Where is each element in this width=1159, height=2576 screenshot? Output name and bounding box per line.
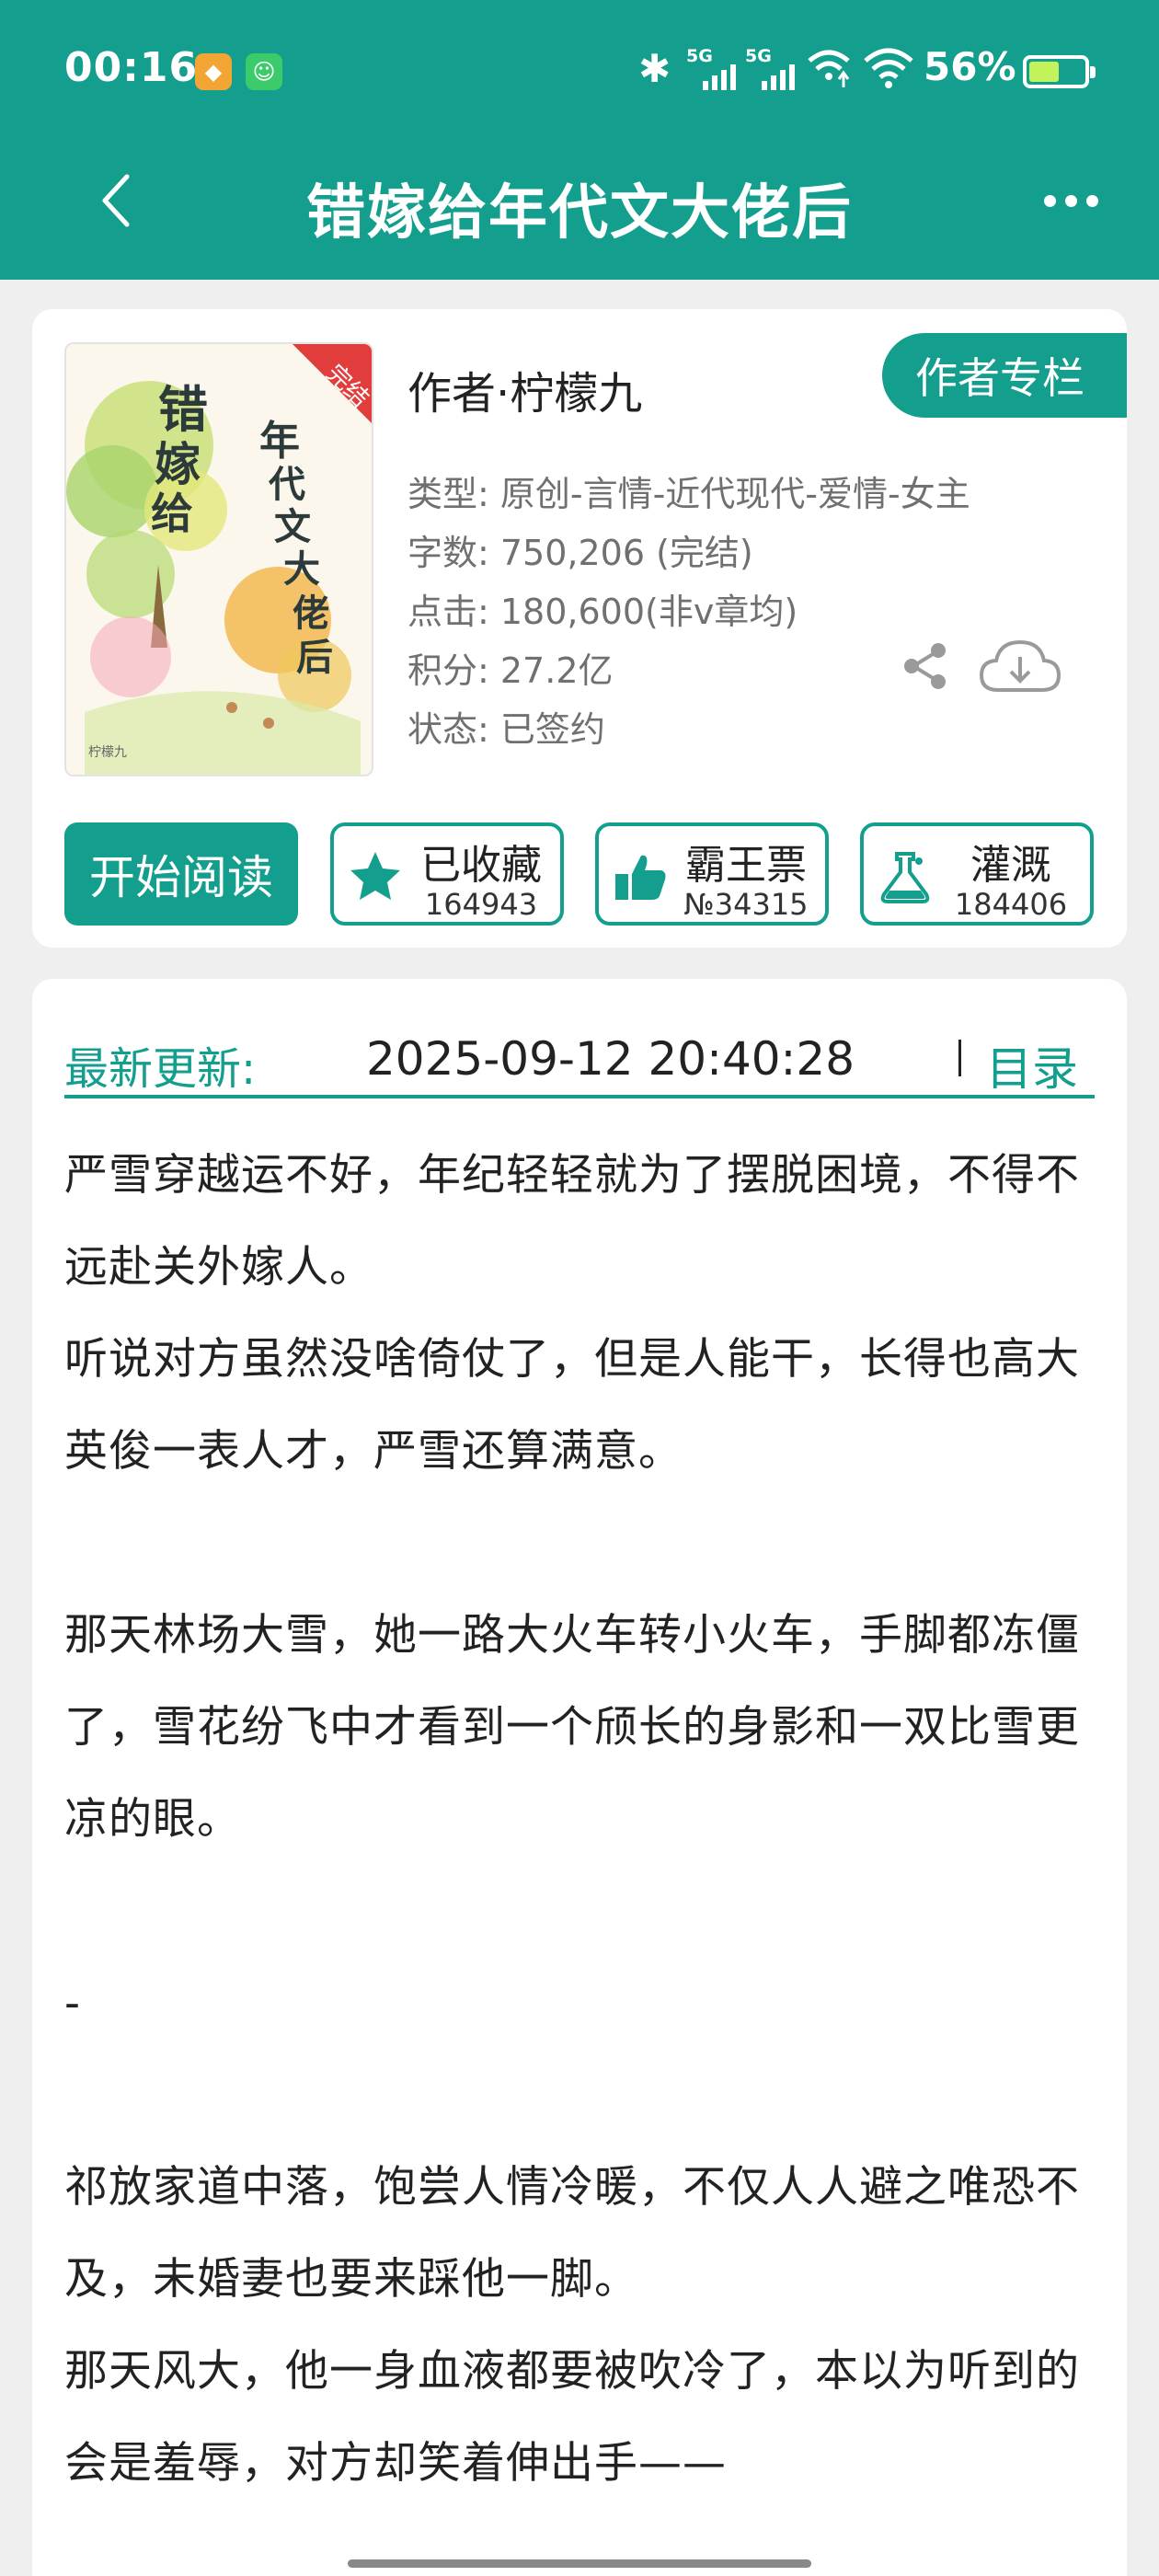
flask-icon (880, 852, 930, 903)
intro-paragraph: 听说对方虽然没啥倚仗了，但是人能干，长得也高大英俊一表人才，严雪还算满意。 (64, 1334, 1080, 1477)
book-clicks: 点击: 180,600(非v章均) (407, 592, 798, 632)
more-dot-icon (1086, 195, 1098, 207)
app-header: 00:16 ◆ ☺ ✱ 5G 5G 56% 错嫁给年代文大佬后 (0, 0, 1159, 280)
latest-update-label: 最新更新: (64, 1043, 257, 1095)
water-label: 灌溉 (970, 842, 1051, 889)
home-indicator[interactable] (348, 2559, 811, 2568)
battery-level (1029, 62, 1059, 82)
wifi-icon (864, 48, 913, 88)
title-bar: 错嫁给年代文大佬后 (0, 144, 1159, 280)
battery-icon (1023, 55, 1096, 88)
svg-text:嫁: 嫁 (155, 437, 201, 491)
svg-text:后: 后 (296, 636, 333, 679)
status-bar: 00:16 ◆ ☺ ✱ 5G 5G 56% (0, 0, 1159, 144)
svg-text:佬: 佬 (293, 592, 329, 635)
author-column-button[interactable]: 作者专栏 (882, 333, 1127, 418)
intro-paragraph: 那天林场大雪，她一路大火车转小火车，手脚都冻僵了，雪花纷飞中才看到一个颀长的身影… (64, 1610, 1080, 1845)
book-cover[interactable]: 错 嫁 给 年 代 文 大 佬 后 完结 柠檬九 (64, 342, 373, 776)
notification-app-icon: ◆ (195, 53, 232, 90)
favorite-label: 已收藏 (420, 842, 542, 889)
svg-text:大: 大 (283, 547, 320, 591)
favorite-count: 164943 (424, 887, 538, 922)
ticket-button[interactable]: 霸王票 №34315 (595, 822, 829, 926)
divider (958, 1040, 961, 1076)
favorite-button[interactable]: 已收藏 164943 (330, 822, 564, 926)
page-title: 错嫁给年代文大佬后 (306, 179, 853, 247)
table-of-contents-link[interactable]: 目录 (986, 1032, 1078, 1098)
thumbs-up-icon (615, 855, 666, 900)
intro-paragraph: 那天风大，他一身血液都要被吹冷了，本以为听到的会是羞辱，对方却笑着伸出手—— (64, 2346, 1080, 2489)
intro-separator: - (64, 1978, 81, 2029)
cloud-download-icon[interactable] (976, 633, 1064, 699)
author-name[interactable]: 作者·柠檬九 (407, 357, 642, 421)
intro-paragraph: 严雪穿越运不好，年纪轻轻就为了摆脱困境，不得不远赴关外嫁人。 (64, 1150, 1080, 1293)
book-word-count: 字数: 750,206 (完结) (407, 533, 753, 573)
battery-percent: 56% (924, 44, 1016, 89)
svg-text:年: 年 (259, 418, 300, 465)
cover-author: 柠檬九 (88, 745, 127, 760)
more-dot-icon (1065, 195, 1077, 207)
water-button[interactable]: 灌溉 184406 (860, 822, 1094, 926)
intro-paragraph: 祁放家道中落，饱尝人情冷暖，不仅人人避之唯恐不及，未婚妻也要来踩他一脚。 (64, 2162, 1080, 2305)
signal-icon: 5G (745, 46, 802, 92)
water-count: 184406 (954, 887, 1068, 922)
cover-illustration: 错 嫁 给 年 代 文 大 佬 后 完结 柠檬九 (66, 344, 372, 775)
more-button[interactable] (1044, 195, 1098, 207)
more-dot-icon (1044, 195, 1056, 207)
ticket-label: 霸王票 (685, 842, 807, 889)
status-time: 00:16 (64, 44, 199, 91)
book-intro-card: 最新更新: 2025-09-12 20:40:28 目录 严雪穿越运不好，年纪轻… (32, 979, 1127, 2576)
ticket-count: №34315 (683, 887, 809, 922)
book-status: 状态: 已签约 (407, 709, 605, 750)
network-type: 5G (745, 46, 772, 66)
latest-update-row[interactable]: 最新更新: 2025-09-12 20:40:28 目录 (64, 1006, 1095, 1098)
network-type: 5G (686, 46, 713, 66)
bluetooth-icon: ✱ (638, 46, 671, 91)
book-score: 积分: 27.2亿 (407, 650, 614, 691)
svg-text:代: 代 (268, 463, 305, 506)
wifi-data-icon (808, 50, 850, 87)
notification-shield-icon: ☺ (246, 53, 282, 90)
share-icon[interactable] (897, 638, 952, 694)
latest-update-time: 2025-09-12 20:40:28 (366, 1032, 855, 1086)
start-reading-button[interactable]: 开始阅读 (64, 822, 298, 926)
book-type: 类型: 原创-言情-近代现代-爱情-女主 (407, 474, 970, 514)
book-info-card: 错 嫁 给 年 代 文 大 佬 后 完结 柠檬九 作者·柠檬九 作者专栏 类型:… (32, 309, 1127, 948)
svg-text:文: 文 (274, 505, 311, 548)
star-icon (350, 852, 400, 900)
cover-title-char: 错 (158, 380, 208, 439)
svg-text:给: 给 (151, 489, 193, 538)
signal-icon: 5G (686, 46, 743, 92)
